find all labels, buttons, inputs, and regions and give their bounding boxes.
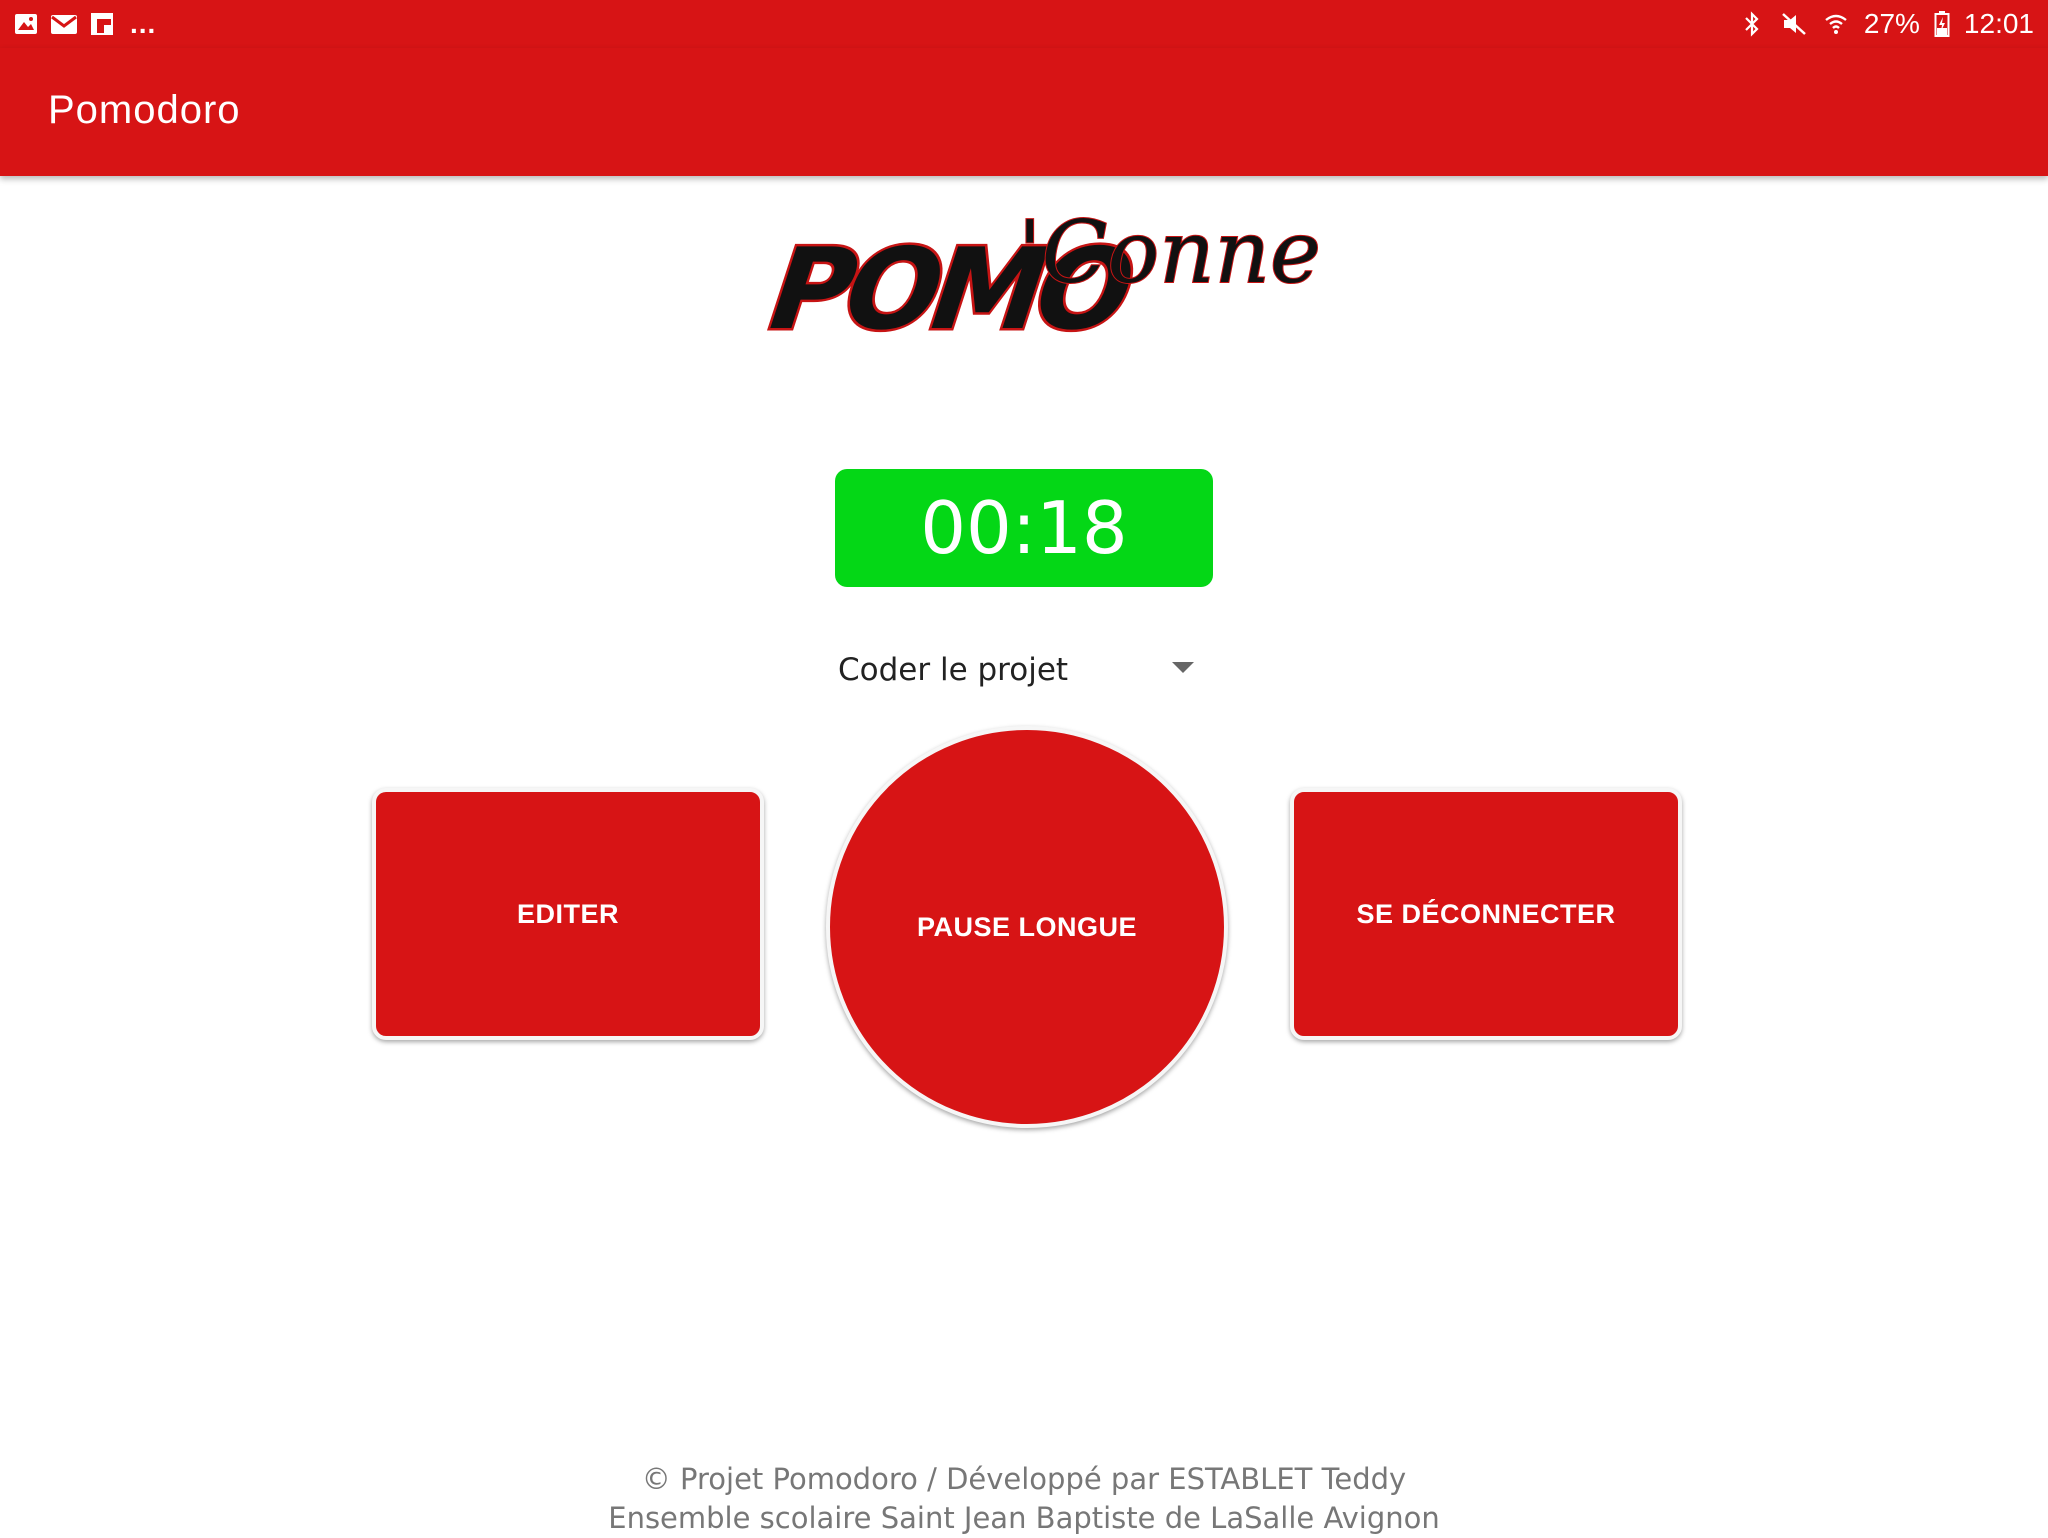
dropdown-arrow-icon <box>1172 662 1194 673</box>
edit-button-label: EDITER <box>516 898 619 929</box>
footer: © Projet Pomodoro / Développé par ESTABL… <box>0 1460 2048 1538</box>
wifi-icon <box>1822 10 1850 38</box>
status-bar: ... 27% 12:01 <box>0 0 2048 48</box>
more-notifications: ... <box>130 8 157 39</box>
bluetooth-icon <box>1738 10 1766 38</box>
mute-icon <box>1780 10 1808 38</box>
logout-button[interactable]: SE DÉCONNECTER <box>1290 788 1682 1040</box>
logo-connect-text: 'Connect <box>1018 203 1318 303</box>
flipboard-icon <box>88 10 116 38</box>
notification-icons: ... <box>12 8 156 40</box>
footer-credits: © Projet Pomodoro / Développé par ESTABL… <box>641 1462 1407 1496</box>
logout-button-label: SE DÉCONNECTER <box>1356 898 1616 929</box>
battery-percent: 27% <box>1863 8 1920 39</box>
edit-button[interactable]: EDITER <box>372 788 764 1040</box>
app-bar: Pomodoro <box>0 48 2048 176</box>
long-pause-button[interactable]: PAUSE LONGUE <box>826 726 1228 1128</box>
footer-school: Ensemble scolaire Saint Jean Baptiste de… <box>608 1501 1440 1535</box>
gallery-icon <box>12 10 40 38</box>
task-dropdown-value: Coder le projet <box>838 652 1069 688</box>
battery-charging-icon <box>1934 10 1950 38</box>
app-title: Pomodoro <box>48 88 241 132</box>
system-indicators: 27% 12:01 <box>1738 6 2034 42</box>
clock: 12:01 <box>1963 8 2034 39</box>
task-dropdown[interactable]: Coder le projet <box>838 640 1194 700</box>
pomoconnect-logo: POMO 'Connect <box>728 196 1405 358</box>
long-pause-button-label: PAUSE LONGUE <box>916 911 1138 942</box>
gmail-icon <box>50 10 78 38</box>
timer-display: 00:18 <box>835 469 1213 587</box>
